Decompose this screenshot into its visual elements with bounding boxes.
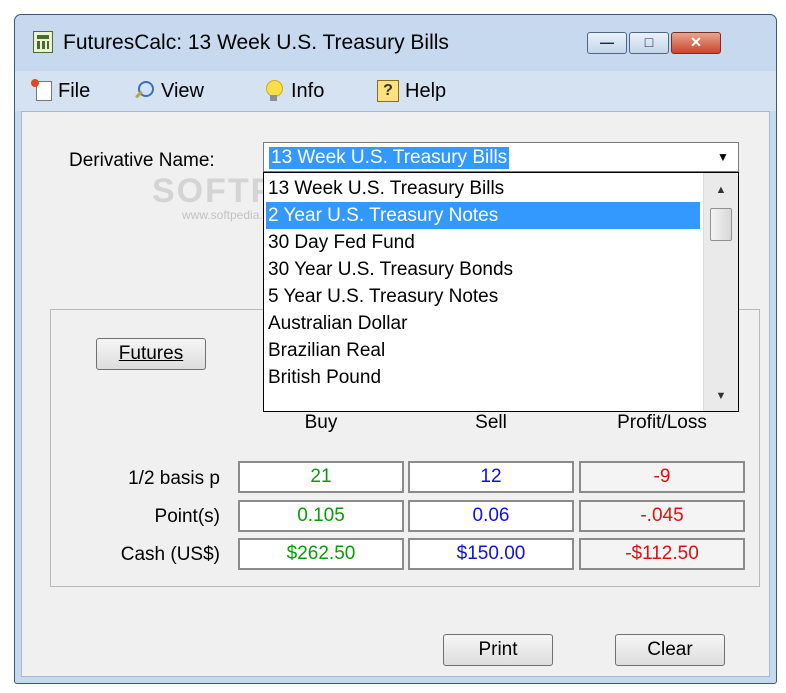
profit-loss-points-value: -.045	[579, 500, 745, 532]
calculator-icon	[33, 31, 53, 53]
menu-info-label: Info	[291, 79, 325, 102]
menu-view-label: View	[161, 79, 204, 102]
lightbulb-icon	[263, 80, 285, 102]
close-button[interactable]: ✕	[671, 32, 721, 54]
profit-loss-cash-value: -$112.50	[579, 538, 745, 570]
dropdown-option[interactable]: British Pound	[266, 364, 700, 391]
derivative-name-label: Derivative Name:	[69, 150, 215, 171]
column-header-profit-loss: Profit/Loss	[617, 412, 707, 433]
futures-button[interactable]: Futures	[96, 338, 206, 370]
chevron-down-icon[interactable]: ▼	[709, 144, 737, 170]
maximize-icon: □	[644, 34, 654, 50]
buy-cash-field[interactable]: $262.50	[238, 538, 404, 570]
sell-basis-field[interactable]: 12	[408, 461, 574, 493]
dropdown-option[interactable]: 13 Week U.S. Treasury Bills	[266, 175, 700, 202]
dropdown-option[interactable]: Australian Dollar	[266, 310, 700, 337]
minimize-button[interactable]: —	[587, 32, 627, 54]
dropdown-option[interactable]: 5 Year U.S. Treasury Notes	[266, 283, 700, 310]
buy-basis-field[interactable]: 21	[238, 461, 404, 493]
print-button[interactable]: Print	[443, 634, 553, 666]
menu-info[interactable]: Info	[263, 78, 324, 104]
row-label-basis: 1/2 basis p	[128, 468, 220, 489]
derivative-select-value: 13 Week U.S. Treasury Bills	[269, 147, 510, 169]
menu-view[interactable]: View	[133, 78, 204, 104]
profit-loss-basis-value: -9	[579, 461, 745, 493]
menu-file-label: File	[58, 79, 91, 102]
app-window: FuturesCalc: 13 Week U.S. Treasury Bills…	[14, 14, 777, 684]
scroll-down-icon[interactable]: ▼	[704, 385, 738, 407]
row-label-cash: Cash (US$)	[120, 544, 220, 565]
title-bar[interactable]: FuturesCalc: 13 Week U.S. Treasury Bills…	[15, 15, 776, 71]
new-file-icon	[31, 79, 52, 101]
column-header-buy: Buy	[304, 412, 338, 433]
dropdown-option[interactable]: 30 Day Fed Fund	[266, 229, 700, 256]
clear-button[interactable]: Clear	[615, 634, 725, 666]
main-panel: Derivative Name: 13 Week U.S. Treasury B…	[21, 111, 770, 677]
derivative-dropdown-list[interactable]: 13 Week U.S. Treasury Bills 2 Year U.S. …	[263, 172, 739, 412]
buy-points-field[interactable]: 0.105	[238, 500, 404, 532]
close-icon: ✕	[690, 34, 702, 50]
derivative-select[interactable]: 13 Week U.S. Treasury Bills ▼	[263, 142, 739, 172]
menu-file[interactable]: File	[31, 78, 91, 104]
sell-points-field[interactable]: 0.06	[408, 500, 574, 532]
row-label-points: Point(s)	[154, 506, 220, 527]
dropdown-option-highlighted[interactable]: 2 Year U.S. Treasury Notes	[266, 202, 700, 229]
menu-help[interactable]: ? Help	[377, 78, 446, 104]
maximize-button[interactable]: □	[629, 32, 669, 54]
column-header-sell: Sell	[475, 412, 507, 433]
scrollbar-thumb[interactable]	[710, 208, 732, 241]
minimize-icon: —	[600, 34, 614, 50]
help-icon: ?	[377, 80, 399, 102]
menu-bar: File View Info ? Help	[15, 71, 776, 111]
window-title: FuturesCalc: 13 Week U.S. Treasury Bills	[63, 31, 449, 54]
scroll-up-icon[interactable]: ▲	[704, 179, 738, 201]
dropdown-option[interactable]: 30 Year U.S. Treasury Bonds	[266, 256, 700, 283]
sell-cash-field[interactable]: $150.00	[408, 538, 574, 570]
dropdown-option[interactable]: Brazilian Real	[266, 337, 700, 364]
magnifier-icon	[133, 80, 155, 102]
dropdown-scrollbar[interactable]: ▲ ▼	[703, 173, 738, 411]
menu-help-label: Help	[405, 79, 447, 102]
